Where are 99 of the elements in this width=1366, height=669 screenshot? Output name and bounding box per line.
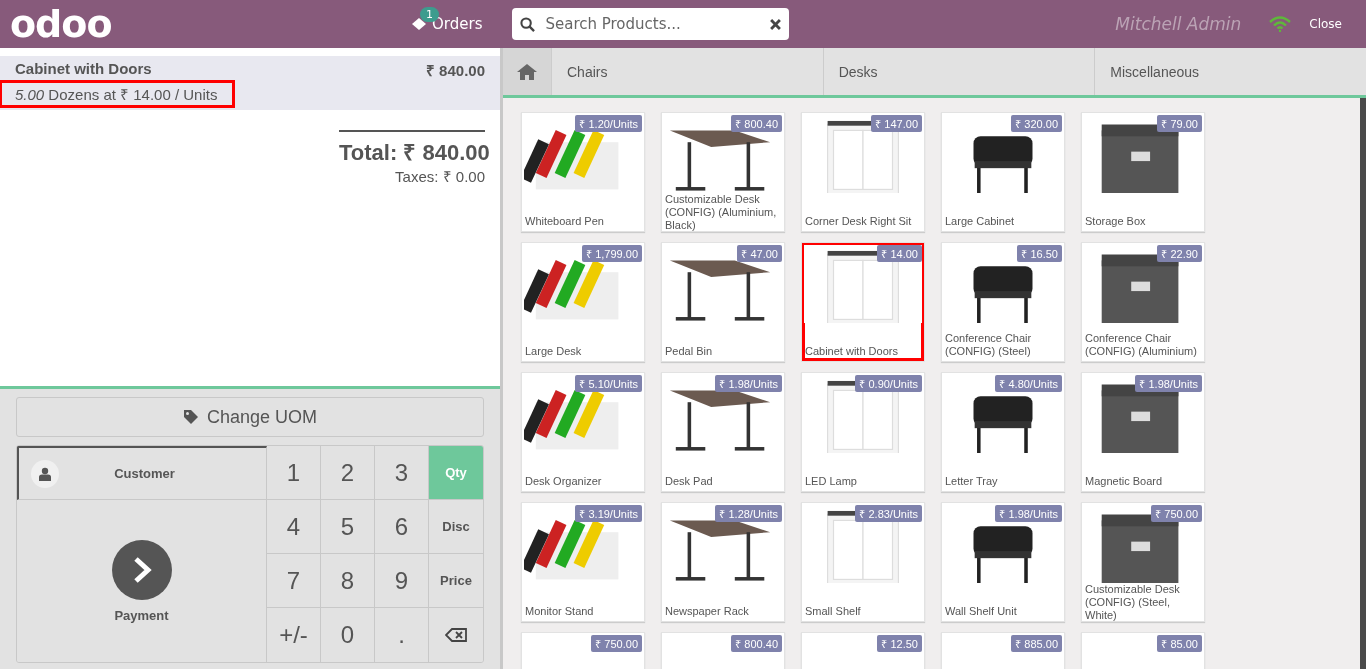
price-tag: ₹ 885.00 xyxy=(1011,635,1062,652)
product-name: Conference Chair (CONFIG) (Steel) xyxy=(944,331,1033,359)
product-card[interactable]: ₹ 800.40 Customizable Desk (CONFIG) (Aluminium, Black) xyxy=(661,112,785,232)
product-card[interactable]: ₹ 320.00 Large Cabinet xyxy=(941,112,1065,232)
product-card[interactable]: ₹ 1.28/Units Newspaper Rack xyxy=(661,502,785,622)
product-name: Letter Tray xyxy=(944,474,999,489)
product-card[interactable]: ₹ 5.10/Units Desk Organizer xyxy=(521,372,645,492)
price-tag: ₹ 3.19/Units xyxy=(575,505,642,522)
ticket-icon xyxy=(410,16,428,32)
price-tag: ₹ 5.10/Units xyxy=(575,375,642,392)
price-tag: ₹ 12.50 xyxy=(877,635,922,652)
customer-button[interactable]: Customer xyxy=(17,446,267,500)
tag-icon xyxy=(182,409,199,425)
product-name: Customizable Desk (CONFIG) (Aluminium, Black) xyxy=(664,193,778,231)
wifi-icon xyxy=(1269,16,1292,32)
price-tag: ₹ 800.40 xyxy=(731,115,782,132)
price-tag: ₹ 0.90/Units xyxy=(855,375,922,392)
product-card[interactable]: ₹ 79.00 Storage Box xyxy=(1081,112,1205,232)
search-icon xyxy=(520,16,536,32)
product-name: Monitor Stand xyxy=(524,604,595,619)
change-uom-button[interactable]: Change UOM xyxy=(16,397,484,437)
product-name: Conference Chair (CONFIG) (Aluminium) xyxy=(1084,331,1198,359)
price-tag: ₹ 85.00 xyxy=(1157,635,1202,652)
product-card[interactable]: ₹ 16.50 Conference Chair (CONFIG) (Steel) xyxy=(941,242,1065,362)
product-name: Desk Organizer xyxy=(524,474,603,489)
clear-icon[interactable] xyxy=(770,18,782,30)
backspace-icon xyxy=(445,628,467,642)
price-tag: ₹ 4.80/Units xyxy=(995,375,1062,392)
product-card[interactable]: ₹ 750.00 xyxy=(521,632,645,669)
product-name: Large Cabinet xyxy=(944,214,1016,229)
number-key[interactable]: 2 xyxy=(321,446,375,500)
product-card[interactable]: ₹ 22.90 Conference Chair (CONFIG) (Aluminium) xyxy=(1081,242,1205,362)
price-tag: ₹ 14.00 xyxy=(877,245,922,262)
product-name: Storage Box xyxy=(1084,214,1147,229)
user-name: Mitchell Admin xyxy=(1115,14,1242,34)
number-key[interactable]: 3 xyxy=(375,446,429,500)
product-name: Customizable Desk (CONFIG) (Steel, White) xyxy=(1084,583,1181,621)
number-key[interactable]: 6 xyxy=(375,500,429,554)
product-name: Whiteboard Pen xyxy=(524,214,605,229)
number-key[interactable]: 4 xyxy=(267,500,321,554)
product-card[interactable]: ₹ 0.90/Units LED Lamp xyxy=(801,372,925,492)
line-price: ₹ 840.00 xyxy=(425,61,485,80)
product-name: Magnetic Board xyxy=(1084,474,1164,489)
product-name: Cabinet with Doors xyxy=(15,60,152,79)
product-card[interactable]: ₹ 147.00 Corner Desk Right Sit xyxy=(801,112,925,232)
product-card[interactable]: ₹ 2.83/Units Small Shelf xyxy=(801,502,925,622)
product-card[interactable]: ₹ 800.40 xyxy=(661,632,785,669)
product-name: Small Shelf xyxy=(804,604,862,619)
number-key[interactable]: 7 xyxy=(267,554,321,608)
number-key[interactable]: 9 xyxy=(375,554,429,608)
home-button[interactable] xyxy=(503,48,552,95)
price-tag: ₹ 750.00 xyxy=(591,635,642,652)
product-card[interactable]: ₹ 85.00 xyxy=(1081,632,1205,669)
price-tag: ₹ 1.28/Units xyxy=(715,505,782,522)
product-name: LED Lamp xyxy=(804,474,858,489)
product-card[interactable]: ₹ 1.98/Units Wall Shelf Unit xyxy=(941,502,1065,622)
close-button[interactable]: Close xyxy=(1303,16,1348,32)
product-card[interactable]: ₹ 750.00 Customizable Desk (CONFIG) (Steel, White) xyxy=(1081,502,1205,622)
product-card[interactable]: ₹ 47.00 Pedal Bin xyxy=(661,242,785,362)
price-tag: ₹ 1,799.00 xyxy=(582,245,642,262)
product-card[interactable]: ₹ 4.80/Units Letter Tray xyxy=(941,372,1065,492)
price-tag: ₹ 1.98/Units xyxy=(1135,375,1202,392)
product-card[interactable]: ₹ 885.00 xyxy=(941,632,1065,669)
product-name: Newspaper Rack xyxy=(664,604,750,619)
price-tag: ₹ 1.20/Units xyxy=(575,115,642,132)
logo: odoo xyxy=(10,4,113,44)
price-tag: ₹ 1.98/Units xyxy=(715,375,782,392)
price-tag: ₹ 320.00 xyxy=(1011,115,1062,132)
payment-button[interactable]: Payment xyxy=(17,500,267,662)
price-tag: ₹ 800.40 xyxy=(731,635,782,652)
product-name: Corner Desk Right Sit xyxy=(804,214,913,229)
product-card[interactable]: ₹ 3.19/Units Monitor Stand xyxy=(521,502,645,622)
scrollbar[interactable] xyxy=(1360,98,1366,669)
product-name: Cabinet with Doors xyxy=(804,344,899,359)
product-card[interactable]: ₹ 1.20/Units Whiteboard Pen xyxy=(521,112,645,232)
price-tag: ₹ 47.00 xyxy=(737,245,782,262)
price-tag: ₹ 2.83/Units xyxy=(855,505,922,522)
price-tag: ₹ 79.00 xyxy=(1157,115,1202,132)
price-tag: ₹ 22.90 xyxy=(1157,245,1202,262)
product-card[interactable]: ₹ 1,799.00 Large Desk xyxy=(521,242,645,362)
search-field[interactable]: Search Products... xyxy=(512,8,790,40)
taxes-amount: Taxes: ₹ 0.00 xyxy=(395,168,485,185)
product-name: Wall Shelf Unit xyxy=(944,604,1018,619)
product-card[interactable]: ₹ 1.98/Units Desk Pad xyxy=(661,372,785,492)
product-name: Pedal Bin xyxy=(664,344,714,359)
number-key[interactable]: 1 xyxy=(267,446,321,500)
price-tag: ₹ 1.98/Units xyxy=(995,505,1062,522)
number-key[interactable]: 5 xyxy=(321,500,375,554)
product-name: Large Desk xyxy=(524,344,583,359)
price-tag: ₹ 750.00 xyxy=(1151,505,1202,522)
product-name: Desk Pad xyxy=(664,474,714,489)
price-tag: ₹ 147.00 xyxy=(871,115,922,132)
number-key[interactable]: 8 xyxy=(321,554,375,608)
home-icon xyxy=(516,62,538,81)
product-card[interactable]: ₹ 14.00 Cabinet with Doors xyxy=(801,242,925,362)
user-avatar-icon xyxy=(31,459,59,488)
product-card[interactable]: ₹ 12.50 xyxy=(801,632,925,669)
price-tag: ₹ 16.50 xyxy=(1017,245,1062,262)
product-card[interactable]: ₹ 1.98/Units Magnetic Board xyxy=(1081,372,1205,492)
